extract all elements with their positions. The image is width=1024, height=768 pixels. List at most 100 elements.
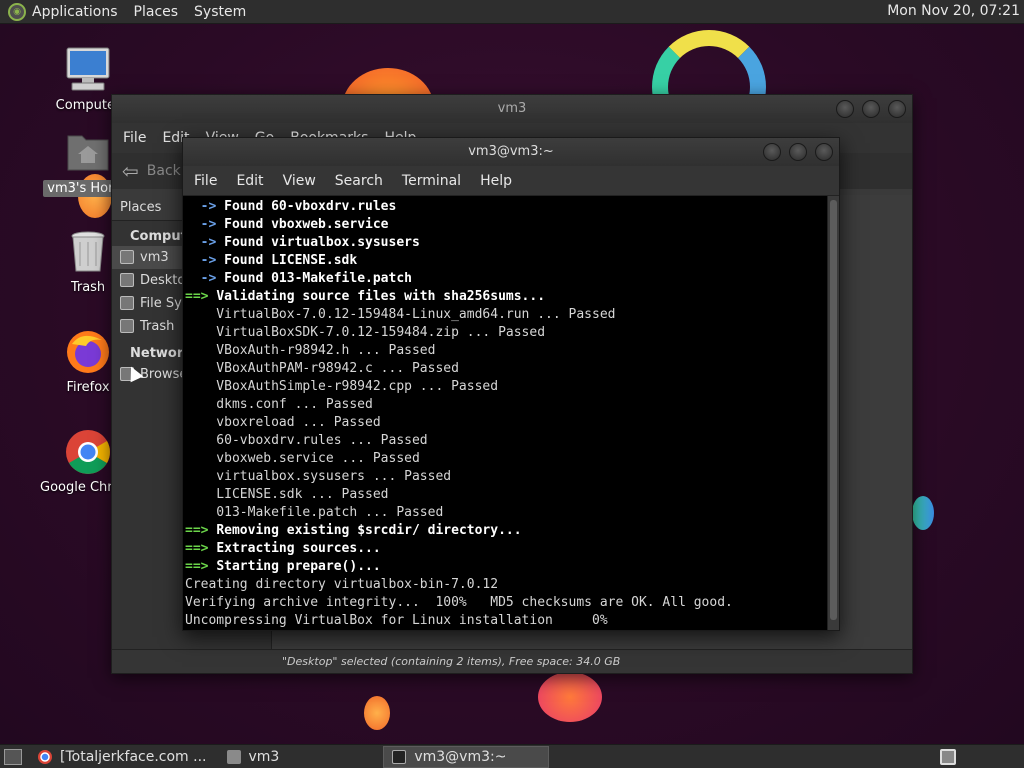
desktop-icon-label: Trash (70, 280, 106, 295)
wallpaper-orange-blob (538, 672, 602, 722)
terminal-line: -> Found LICENSE.sdk (185, 252, 827, 270)
applications-menu[interactable]: Applications (32, 4, 118, 20)
terminal-line: vboxreload ... Passed (185, 414, 827, 432)
terminal-line-text: LICENSE.sdk ... Passed (185, 487, 389, 502)
terminal-line-text: Found LICENSE.sdk (224, 253, 358, 268)
terminal-line: dkms.conf ... Passed (185, 396, 827, 414)
places-menu[interactable]: Places (134, 4, 179, 20)
terminal-line: VBoxAuthPAM-r98942.c ... Passed (185, 360, 827, 378)
terminal-line-text: Removing existing $srcdir/ directory... (216, 523, 522, 538)
workspace-switcher-icon[interactable] (940, 749, 956, 765)
taskbar-item-file-manager[interactable]: vm3 (219, 746, 288, 768)
home-folder-icon (226, 749, 241, 764)
step-prefix: ==> (185, 523, 217, 538)
terminal-line: 60-vboxdrv.rules ... Passed (185, 432, 827, 450)
taskbar-item-chrome[interactable]: [Totaljerkface.com ... (30, 746, 215, 768)
terminal-line: ==> Starting prepare()... (185, 558, 827, 576)
terminal-line: LICENSE.sdk ... Passed (185, 486, 827, 504)
window-title: vm3@vm3:~ (468, 144, 554, 159)
scrollbar-thumb[interactable] (830, 200, 837, 620)
terminal-line: vboxweb.service ... Passed (185, 450, 827, 468)
terminal-line-text: VBoxAuthPAM-r98942.c ... Passed (185, 361, 459, 376)
close-button[interactable] (815, 143, 833, 161)
terminal-titlebar[interactable]: vm3@vm3:~ (183, 138, 839, 166)
terminal-line-text: VirtualBox-7.0.12-159484-Linux_amd64.run… (185, 307, 616, 322)
terminal-line: ==> Validating source files with sha256s… (185, 288, 827, 306)
terminal-line: Verifying archive integrity... 100% MD5 … (185, 594, 827, 612)
terminal-line: -> Found virtualbox.sysusers (185, 234, 827, 252)
terminal-line: -> Found 60-vboxdrv.rules (185, 198, 827, 216)
arrow-prefix: -> (185, 235, 225, 250)
taskbar-item-label: [Totaljerkface.com ... (60, 748, 207, 765)
maximize-button[interactable] (862, 100, 880, 118)
terminal-line-text: Found vboxweb.service (224, 217, 389, 232)
terminal-line-text: vboxweb.service ... Passed (185, 451, 420, 466)
status-bar: "Desktop" selected (containing 2 items),… (112, 649, 912, 673)
terminal-line: VBoxAuthSimple-r98942.cpp ... Passed (185, 378, 827, 396)
terminal-line: VirtualBoxSDK-7.0.12-159484.zip ... Pass… (185, 324, 827, 342)
menu-edit[interactable]: Edit (236, 173, 263, 189)
sidebar-item-label: Trash (140, 319, 175, 334)
terminal-line: Creating directory virtualbox-bin-7.0.12 (185, 576, 827, 594)
terminal-line-text: vboxreload ... Passed (185, 415, 381, 430)
minimize-button[interactable] (763, 143, 781, 161)
step-prefix: ==> (185, 289, 217, 304)
terminal-line-text: Found 60-vboxdrv.rules (224, 199, 397, 214)
show-desktop-icon[interactable] (4, 748, 22, 765)
system-menu[interactable]: System (194, 4, 246, 20)
clock[interactable]: Mon Nov 20, 07:21 (887, 3, 1020, 19)
terminal-line-text: Starting prepare()... (216, 559, 381, 574)
step-prefix: ==> (185, 559, 217, 574)
window-title: vm3 (497, 101, 527, 116)
terminal-line: Uncompressing VirtualBox for Linux insta… (185, 612, 827, 630)
menu-file[interactable]: File (123, 130, 146, 146)
file-manager-titlebar[interactable]: vm3 (112, 95, 912, 123)
trash-icon (64, 228, 112, 276)
terminal-line-text: Extracting sources... (216, 541, 381, 556)
trash-icon (120, 319, 134, 333)
menu-view[interactable]: View (283, 173, 316, 189)
terminal-window[interactable]: vm3@vm3:~ File Edit View Search Terminal… (182, 137, 840, 631)
desktop-icon-label: Firefox (66, 380, 110, 395)
terminal-line-text: Validating source files with sha256sums.… (216, 289, 546, 304)
taskbar-item-label: vm3@vm3:~ (414, 748, 507, 765)
minimize-button[interactable] (836, 100, 854, 118)
firefox-icon (64, 328, 112, 376)
terminal-line: -> Found 013-Makefile.patch (185, 270, 827, 288)
menu-search[interactable]: Search (335, 173, 383, 189)
home-icon (120, 250, 134, 264)
terminal-line: ==> Removing existing $srcdir/ directory… (185, 522, 827, 540)
terminal-output[interactable]: -> Found 60-vboxdrv.rules -> Found vboxw… (183, 196, 827, 630)
terminal-line: 013-Makefile.patch ... Passed (185, 504, 827, 522)
menu-terminal[interactable]: Terminal (402, 173, 461, 189)
wallpaper-orange-dot (364, 696, 390, 730)
taskbar-item-label: vm3 (248, 748, 280, 765)
back-arrow-icon[interactable]: ⇦ (122, 159, 139, 183)
wallpaper-teal-shape (912, 496, 934, 530)
terminal-menubar: File Edit View Search Terminal Help (183, 166, 839, 196)
distro-logo-icon[interactable]: ◉ (8, 2, 26, 21)
close-button[interactable] (888, 100, 906, 118)
terminal-line: virtualbox.sysusers ... Passed (185, 468, 827, 486)
arrow-prefix: -> (185, 217, 225, 232)
terminal-line: VBoxAuth-r98942.h ... Passed (185, 342, 827, 360)
taskbar-item-terminal[interactable]: vm3@vm3:~ (383, 745, 550, 768)
terminal-line-text: 013-Makefile.patch ... Passed (185, 505, 444, 520)
terminal-line-text: VBoxAuthSimple-r98942.cpp ... Passed (185, 379, 499, 394)
arrow-prefix: -> (185, 199, 225, 214)
computer-icon (64, 46, 112, 94)
drive-icon (120, 296, 134, 310)
terminal-line-text: dkms.conf ... Passed (185, 397, 373, 412)
arrow-prefix: -> (185, 253, 225, 268)
terminal-line-text: 60-vboxdrv.rules ... Passed (185, 433, 428, 448)
top-panel: ◉ Applications Places System Mon Nov 20,… (0, 0, 1024, 24)
terminal-line: -> Found vboxweb.service (185, 216, 827, 234)
terminal-line-text: Uncompressing VirtualBox for Linux insta… (185, 613, 608, 628)
menu-file[interactable]: File (194, 173, 217, 189)
terminal-line-text: VBoxAuth-r98942.h ... Passed (185, 343, 436, 358)
terminal-scrollbar[interactable] (827, 196, 839, 630)
chrome-icon (38, 749, 52, 764)
back-button[interactable]: Back (147, 163, 181, 179)
menu-help[interactable]: Help (480, 173, 512, 189)
maximize-button[interactable] (789, 143, 807, 161)
